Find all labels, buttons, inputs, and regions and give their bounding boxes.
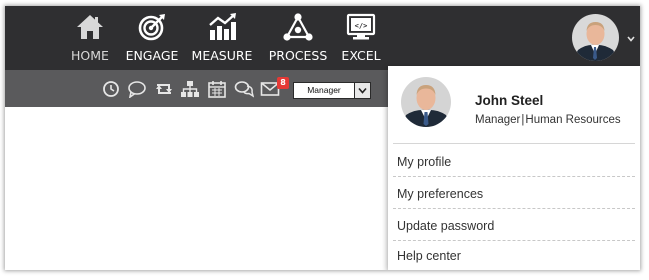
calendar-icon[interactable]: [207, 80, 227, 98]
home-icon: [77, 15, 103, 39]
nav-excel[interactable]: </> EXCEL: [339, 12, 383, 68]
svg-text:</>: </>: [355, 22, 368, 30]
target-icon: [138, 14, 165, 41]
comment-icon[interactable]: [127, 80, 147, 98]
role-select[interactable]: Manager: [293, 82, 371, 99]
nav-excel-label: EXCEL: [341, 48, 381, 63]
nav-process-label: PROCESS: [268, 48, 328, 63]
nav-engage-label: ENGAGE: [125, 48, 179, 63]
menu-item-my-preferences[interactable]: My preferences: [393, 178, 635, 210]
top-nav-bar: HOME ENGAGE MEASURE PROCESS </> EXCEL: [5, 6, 640, 70]
menu-item-update-password[interactable]: Update password: [393, 210, 635, 242]
chart-icon: [209, 13, 236, 40]
nav-measure[interactable]: MEASURE: [191, 12, 253, 68]
user-department: Human Resources: [525, 114, 621, 126]
chevron-down-icon: [358, 87, 367, 94]
menu-item-my-profile[interactable]: My profile: [393, 146, 635, 178]
chevron-down-icon[interactable]: [626, 34, 636, 44]
retweet-icon[interactable]: [154, 80, 174, 98]
user-role-title: Manager: [475, 114, 521, 126]
divider: [393, 176, 635, 177]
profile-dropdown: John Steel Manager|Human Resources My pr…: [388, 66, 640, 270]
nav-process[interactable]: PROCESS: [267, 12, 329, 68]
select-arrow: [354, 83, 370, 98]
chat-icon[interactable]: [234, 80, 254, 98]
nav-engage[interactable]: ENGAGE: [124, 12, 180, 68]
user-role: Manager|Human Resources: [475, 114, 621, 126]
user-name: John Steel: [475, 93, 544, 108]
profile-header: John Steel Manager|Human Resources: [388, 66, 640, 138]
mail-count-badge: 8: [277, 77, 289, 89]
nav-home-label: HOME: [71, 48, 109, 63]
avatar-photo: [401, 77, 451, 127]
clock-icon[interactable]: [101, 80, 121, 98]
role-select-value: Manager: [307, 85, 341, 95]
process-icon: [283, 13, 313, 41]
divider: [393, 208, 635, 209]
nav-home[interactable]: HOME: [65, 12, 115, 68]
app-window: HOME ENGAGE MEASURE PROCESS </> EXCEL 8 …: [5, 6, 640, 270]
avatar-photo: [572, 14, 619, 61]
menu-item-help-center[interactable]: Help center: [393, 240, 635, 270]
divider: [393, 143, 635, 144]
excel-icon: </>: [346, 13, 376, 40]
user-avatar[interactable]: [572, 14, 619, 61]
nav-measure-label: MEASURE: [191, 48, 253, 63]
avatar: [401, 77, 451, 127]
sitemap-icon[interactable]: [180, 80, 200, 98]
